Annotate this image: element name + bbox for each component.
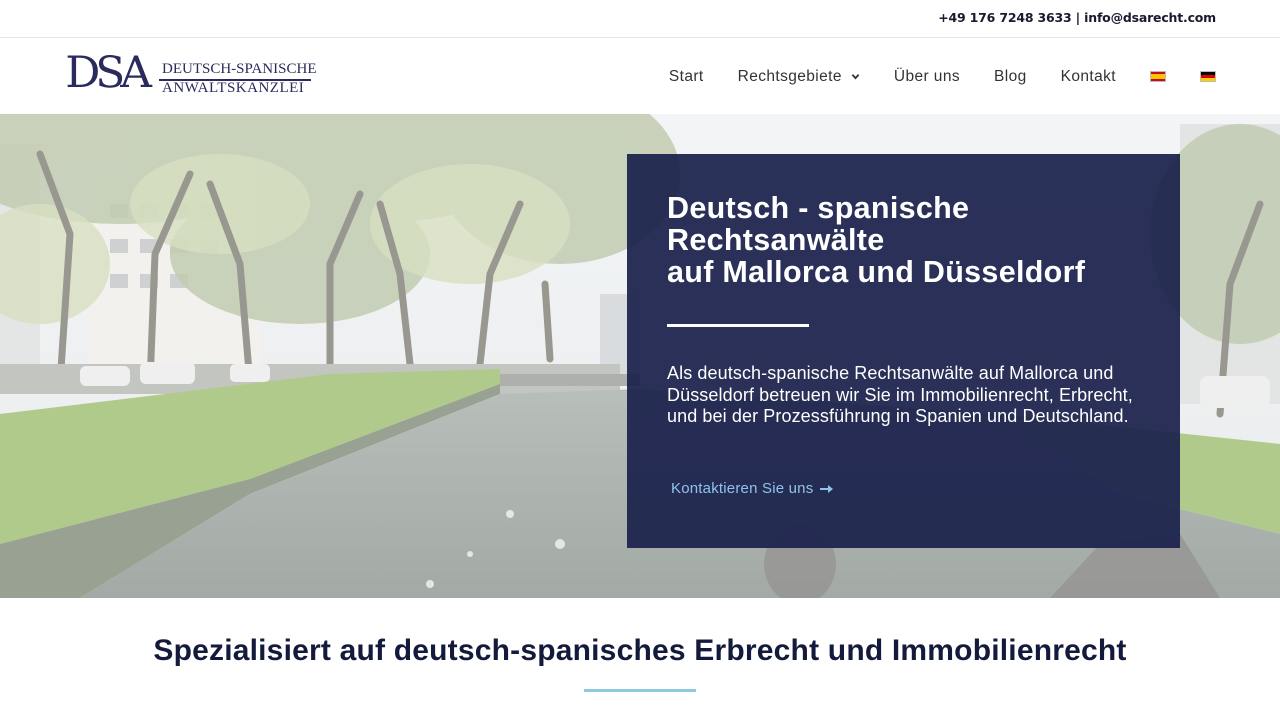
arrow-right-icon <box>820 484 834 493</box>
hero-title-line: Rechtsanwälte <box>667 223 885 257</box>
hero-divider <box>667 324 809 327</box>
section-title-underline <box>584 689 696 692</box>
phone-link[interactable]: +49 176 7248 3633 <box>938 10 1071 25</box>
logo-mark: DSA <box>65 48 152 98</box>
nav-item-label: Rechtsgebiete <box>737 67 842 85</box>
site-logo[interactable]: DSA DEUTSCH-SPANISCHE ANWALTSKANZLEI <box>65 49 317 97</box>
specialization-section: Spezialisiert auf deutsch-spanisches Erb… <box>0 598 1280 720</box>
hero-title-line: auf Mallorca und Düsseldorf <box>667 255 1086 289</box>
nav-item-label: Kontakt <box>1060 67 1116 85</box>
logo-line-2: ANWALTSKANZLEI <box>162 80 305 96</box>
nav-item-kontakt[interactable]: Kontakt <box>1061 68 1116 86</box>
nav-item-ueber-uns[interactable]: Über uns <box>894 68 960 86</box>
hero-description: Als deutsch-spanische Rechtsanwälte auf … <box>667 363 1133 426</box>
email-link[interactable]: info@dsarecht.com <box>1084 10 1216 25</box>
nav-item-blog[interactable]: Blog <box>994 68 1027 86</box>
germany-flag-icon[interactable] <box>1200 71 1216 82</box>
contact-info: +49 176 7248 3633 | info@dsarecht.com <box>938 10 1216 25</box>
hero-title-line: Deutsch - spanische <box>667 191 970 225</box>
section-title: Spezialisiert auf deutsch-spanisches Erb… <box>153 634 1127 667</box>
contact-separator: | <box>1075 10 1081 25</box>
hero-card: Deutsch - spanische Rechtsanwälte auf Ma… <box>627 154 1180 548</box>
nav-item-rechtsgebiete[interactable]: Rechtsgebiete <box>738 68 860 86</box>
contact-us-label: Kontaktieren Sie uns <box>671 480 814 497</box>
nav-item-label: Über uns <box>893 67 960 85</box>
nav-item-start[interactable]: Start <box>669 68 704 86</box>
chevron-down-icon <box>851 74 860 80</box>
contact-us-button[interactable]: Kontaktieren Sie uns <box>671 480 834 497</box>
hero-section: Deutsch - spanische Rechtsanwälte auf Ma… <box>0 114 1280 598</box>
main-nav: Start Rechtsgebiete Über uns Blog Kontak… <box>635 39 1216 114</box>
spain-flag-icon[interactable] <box>1150 71 1166 82</box>
nav-item-label: Blog <box>994 67 1027 85</box>
hero-title: Deutsch - spanische Rechtsanwälte auf Ma… <box>667 192 1140 288</box>
top-contact-bar: +49 176 7248 3633 | info@dsarecht.com <box>0 0 1280 38</box>
logo-line-1: DEUTSCH-SPANISCHE <box>162 61 317 77</box>
nav-item-label: Start <box>668 67 704 85</box>
site-header: DSA DEUTSCH-SPANISCHE ANWALTSKANZLEI Sta… <box>0 39 1280 114</box>
